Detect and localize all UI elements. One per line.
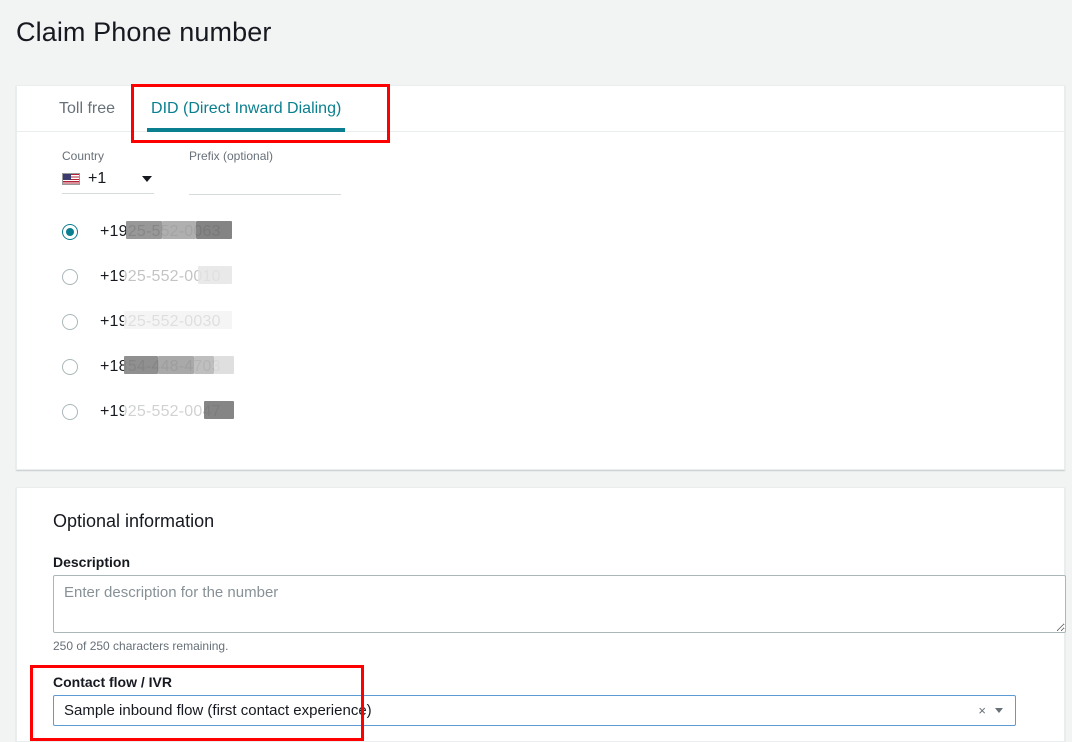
radio-icon[interactable] (62, 403, 78, 420)
redaction-block (198, 265, 232, 284)
phone-number-option[interactable]: +1925-552-0010 (62, 254, 1064, 299)
redaction-block (204, 400, 234, 419)
radio-icon[interactable] (62, 358, 78, 375)
tab-toll-free-label: Toll free (59, 99, 116, 117)
description-group: Description 250 of 250 characters remain… (53, 554, 1066, 653)
prefix-input[interactable] (189, 170, 341, 195)
redaction-block (124, 265, 198, 284)
number-prefix: +1 (100, 312, 119, 330)
phone-number-option[interactable]: +1925-552-0047 (62, 389, 1064, 434)
number-prefix: +1 (100, 267, 119, 285)
phone-number-label: +1925-552-0030 (100, 310, 232, 331)
radio-icon[interactable] (62, 268, 78, 285)
redaction-block (124, 310, 232, 329)
phone-number-option[interactable]: +1925-552-0063 (62, 209, 1064, 254)
tab-toll-free[interactable]: Toll free (41, 86, 133, 131)
contact-flow-selected-value: Sample inbound flow (first contact exper… (64, 702, 372, 719)
section-title: Optional information (53, 511, 215, 531)
country-select-value: +1 (88, 170, 107, 187)
phone-number-label: +1854-448-4703 (100, 355, 234, 376)
phone-number-radio-list: +1925-552-0063 +1925-552-0010 +1925-552-… (17, 195, 1064, 434)
claim-number-card: Toll free DID (Direct Inward Dialing) Co… (16, 85, 1065, 470)
country-label: Country (62, 149, 105, 163)
phone-number-option[interactable]: +1925-552-0030 (62, 299, 1064, 344)
page-gutter (1066, 0, 1072, 742)
redaction-block (124, 400, 204, 419)
tab-bar: Toll free DID (Direct Inward Dialing) (17, 86, 1064, 132)
chevron-down-icon[interactable] (995, 708, 1003, 713)
optional-information-card: Optional information Description 250 of … (16, 487, 1066, 742)
redaction-block (214, 355, 234, 374)
redaction-block (194, 355, 214, 374)
description-label: Description (53, 554, 131, 570)
number-prefix: +1 (100, 402, 119, 420)
description-input[interactable] (53, 575, 1066, 633)
number-filters: Country +1 Prefix (optional) (17, 132, 1064, 195)
clear-icon[interactable]: × (969, 704, 995, 717)
phone-number-label: +1925-552-0063 (100, 220, 232, 241)
tab-did[interactable]: DID (Direct Inward Dialing) (133, 86, 359, 132)
phone-number-option[interactable]: +1854-448-4703 (62, 344, 1064, 389)
country-field: Country +1 (62, 148, 154, 194)
phone-number-label: +1925-552-0010 (100, 265, 232, 286)
contact-flow-label: Contact flow / IVR (53, 674, 172, 690)
number-prefix: +1 (100, 357, 119, 375)
redaction-block (162, 220, 196, 239)
chevron-down-icon (142, 176, 152, 182)
contact-flow-select[interactable]: Sample inbound flow (first contact exper… (53, 695, 1016, 726)
prefix-field: Prefix (optional) (189, 148, 341, 195)
phone-number-label: +1925-552-0047 (100, 400, 234, 421)
redaction-block (126, 220, 162, 239)
redaction-block (158, 355, 194, 374)
character-counter: 250 of 250 characters remaining. (53, 639, 229, 653)
radio-icon[interactable] (62, 223, 78, 240)
country-select[interactable]: +1 (62, 170, 154, 194)
us-flag-icon (62, 173, 80, 185)
number-prefix: +1 (100, 222, 119, 240)
redaction-block (196, 220, 232, 239)
redaction-block (124, 355, 158, 374)
page-title: Claim Phone number (16, 17, 272, 47)
tab-did-label: DID (Direct Inward Dialing) (151, 99, 342, 117)
contact-flow-group: Contact flow / IVR Sample inbound flow (… (53, 674, 1044, 726)
radio-icon[interactable] (62, 313, 78, 330)
prefix-label: Prefix (optional) (189, 149, 274, 163)
